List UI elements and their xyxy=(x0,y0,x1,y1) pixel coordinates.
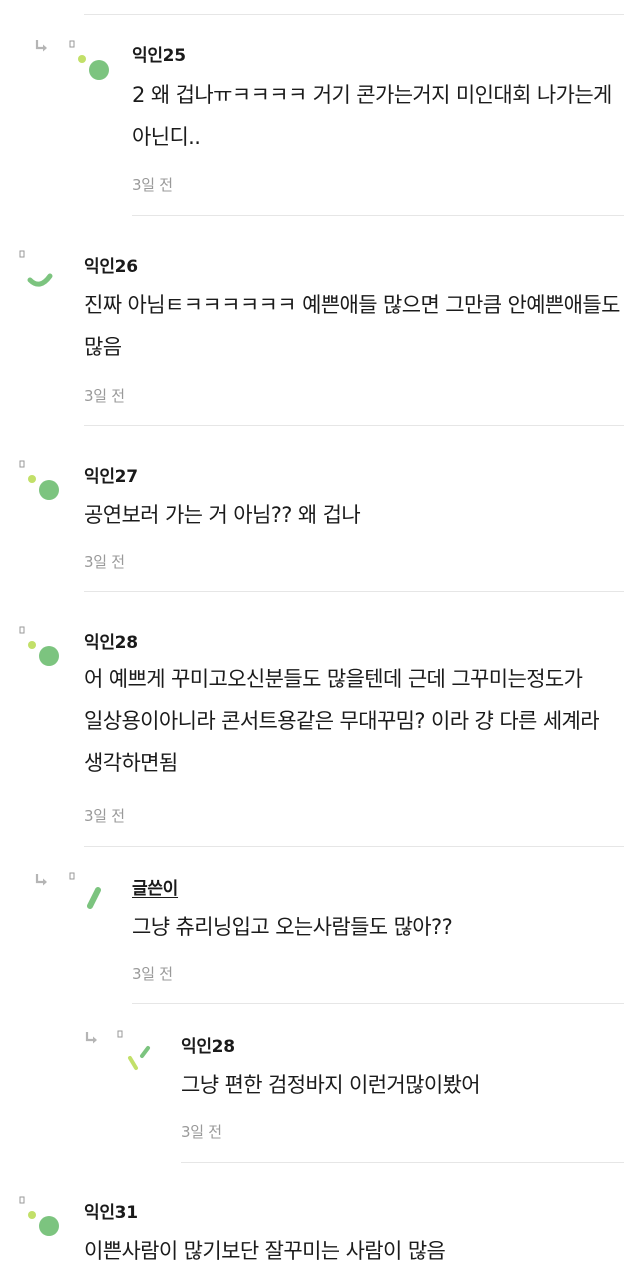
comment-text: 이쁜사람이 많기보단 잘꾸미는 사람이 많음 xyxy=(84,1239,446,1263)
comment-text: 그냥 편한 검정바지 이런거많이봤어 xyxy=(181,1073,481,1097)
reply-arrow-icon xyxy=(85,1032,97,1044)
comment-text: 진짜 아님ㅌㅋㅋㅋㅋㅋㅋ 예쁜애들 많으면 그만큼 안예쁜애들도 많음 xyxy=(84,293,620,359)
avatar xyxy=(19,250,53,287)
comment-divider xyxy=(84,14,624,15)
comment-author[interactable]: 익인28 xyxy=(84,628,138,653)
avatar xyxy=(117,1030,150,1070)
comment-text: 어 예쁘게 꾸미고오신분들도 많을텐데 근데 그꾸미는정도가 일상용이아니라 콘… xyxy=(84,667,600,775)
comment-divider xyxy=(181,1162,624,1163)
comment-author[interactable]: 익인28 xyxy=(181,1032,235,1057)
comment-author[interactable]: 글쓴이 xyxy=(132,874,178,899)
avatar xyxy=(69,40,109,80)
comment-divider xyxy=(132,1003,624,1004)
comment-time: 3일 전 xyxy=(132,965,173,983)
comment-author[interactable]: 익인26 xyxy=(84,252,138,277)
comment-time: 3일 전 xyxy=(84,807,125,825)
comment-text: 2 왜 겁나ㅠㅋㅋㅋㅋ 거기 콘가는거지 미인대회 나가는게 아닌디.. xyxy=(132,83,612,149)
comment-author[interactable]: 익인27 xyxy=(84,462,138,487)
comment-author[interactable]: 익인31 xyxy=(84,1198,138,1223)
comment-divider xyxy=(84,846,624,847)
comment-divider xyxy=(132,215,624,216)
comment-divider xyxy=(84,591,624,592)
reply-arrow-icon xyxy=(35,874,47,886)
avatar xyxy=(19,1196,59,1236)
comment-divider xyxy=(84,425,624,426)
comment-time: 3일 전 xyxy=(84,387,125,405)
comment-text: 그냥 츄리닝입고 오는사람들도 많아?? xyxy=(132,915,453,939)
avatar xyxy=(19,626,59,666)
comment-author[interactable]: 익인25 xyxy=(132,41,186,66)
comment-time: 3일 전 xyxy=(132,176,173,194)
comment-time: 3일 전 xyxy=(84,553,125,571)
reply-arrow-icon xyxy=(35,40,47,52)
avatar xyxy=(19,460,59,500)
comment-text: 공연보러 가는 거 아님?? 왜 겁나 xyxy=(84,503,361,527)
comment-time: 3일 전 xyxy=(181,1123,222,1141)
avatar xyxy=(69,872,101,909)
